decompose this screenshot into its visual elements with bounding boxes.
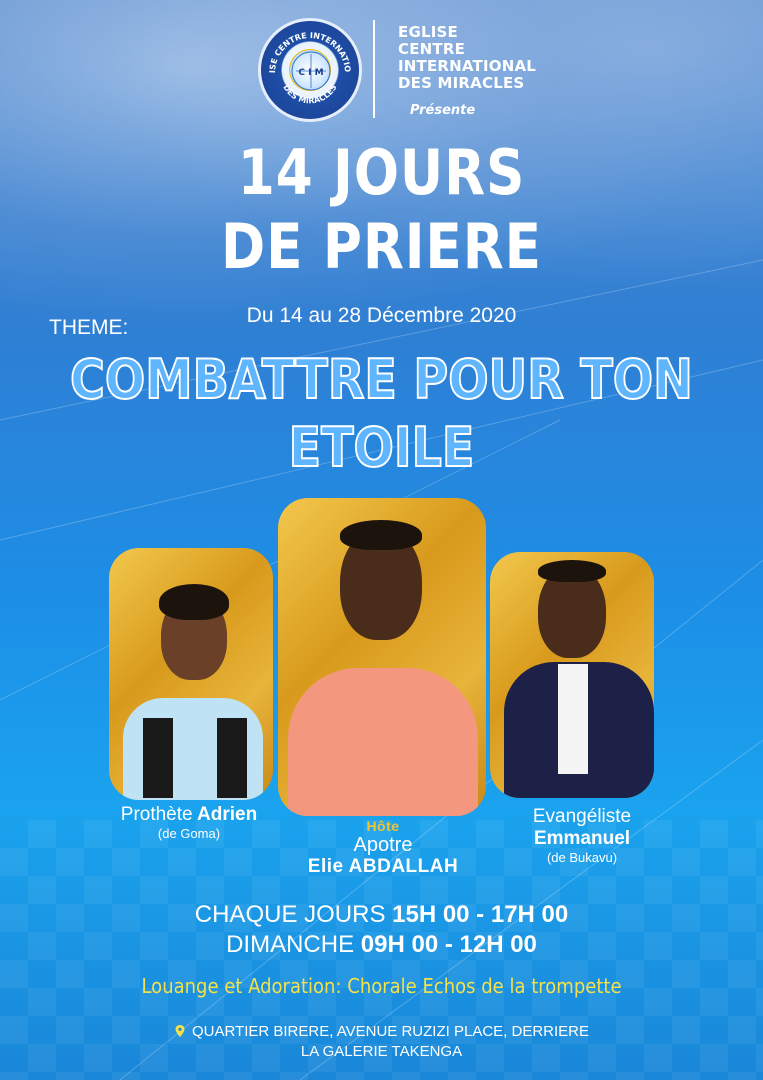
event-title-line-2: DE PRIERE — [221, 210, 542, 283]
speaker-hair — [538, 560, 606, 582]
speaker-caption-right: Evangéliste Emmanuel (de Bukavu) — [500, 806, 664, 865]
speaker-left-role: Prothète — [120, 804, 193, 825]
presents-label: Présente — [410, 103, 476, 118]
speaker-photo-left — [109, 548, 273, 800]
church-name-line-3: INTERNATIONAL — [398, 57, 537, 75]
speaker-photo-right — [490, 552, 654, 798]
speaker-right-origin: (de Bukavu) — [546, 850, 618, 865]
speaker-right-name: Emmanuel — [533, 828, 631, 849]
location-pin-icon — [175, 1025, 185, 1037]
speaker-center-role: Apotre — [353, 834, 413, 856]
speaker-left-name: Adrien — [197, 804, 258, 825]
speaker-hair — [340, 520, 422, 550]
church-logo: EGLISE CENTRE INTERNATIONAL DES MIRACLES… — [258, 18, 362, 122]
church-name: EGLISE CENTRE INTERNATIONAL DES MIRACLES — [398, 24, 598, 92]
theme-line-1: COMBATTRE POUR TON — [69, 348, 694, 411]
poster: EGLISE CENTRE INTERNATIONAL DES MIRACLES… — [0, 0, 763, 1080]
speaker-center-host-label: Hôte — [366, 818, 400, 834]
shirt-stripe — [217, 718, 247, 798]
worship-line: Louange et Adoration: Chorale Echos de l… — [141, 974, 622, 998]
schedule-sunday-label: DIMANCHE — [226, 931, 355, 958]
event-title-line-1: 14 JOURS — [237, 136, 526, 209]
logo-center-text: C I M — [298, 68, 323, 78]
speaker-caption-center: Hôte Apotre Elie ABDALLAH — [280, 818, 486, 878]
speaker-shirt — [558, 664, 588, 774]
church-name-line-4: DES MIRACLES — [398, 74, 525, 92]
speaker-photo-center — [278, 498, 486, 816]
schedule-weekday-label: CHAQUE JOURS — [194, 901, 386, 928]
speaker-right-role: Evangéliste — [532, 806, 632, 827]
logo-globe: C I M — [289, 49, 331, 91]
theme-line-2: ETOILE — [288, 416, 475, 479]
schedule-sunday: DIMANCHE 09H 00 - 12H 00 — [0, 930, 763, 960]
address: QUARTIER BIRERE, AVENUE RUZIZI PLACE, DE… — [0, 1022, 763, 1062]
speaker-caption-left: Prothète Adrien (de Goma) — [84, 804, 294, 841]
shirt-stripe — [143, 718, 173, 798]
speaker-left-origin: (de Goma) — [157, 826, 221, 841]
address-line-1: QUARTIER BIRERE, AVENUE RUZIZI PLACE, DE… — [191, 1023, 590, 1040]
theme-label: THEME: — [49, 316, 129, 339]
schedule-weekday-time: 15H 00 - 17H 00 — [392, 901, 569, 928]
speaker-shirt — [288, 668, 478, 816]
speaker-center-name: Elie ABDALLAH — [307, 856, 459, 877]
church-name-line-2: CENTRE — [398, 40, 466, 58]
church-name-line-1: EGLISE — [398, 23, 458, 41]
schedule-weekday: CHAQUE JOURS 15H 00 - 17H 00 — [0, 900, 763, 930]
address-line-2: LA GALERIE TAKENGA — [300, 1043, 463, 1060]
header-divider — [373, 20, 375, 118]
speaker-hair — [159, 584, 229, 620]
schedule-sunday-time: 09H 00 - 12H 00 — [360, 931, 537, 958]
